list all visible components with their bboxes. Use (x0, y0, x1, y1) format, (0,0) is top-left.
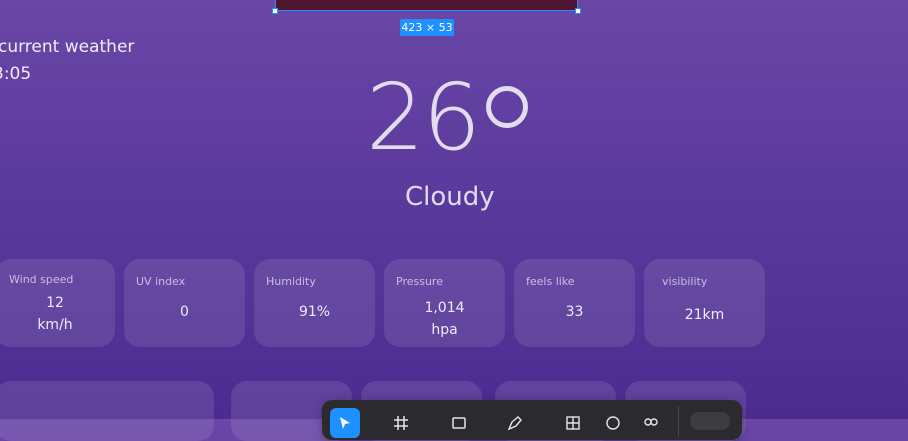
card-value: 1,014 hpa (384, 297, 505, 341)
resize-handle-bottom-right[interactable] (575, 8, 581, 14)
weather-condition: Cloudy (405, 182, 495, 212)
move-tool-button[interactable] (330, 408, 360, 438)
component-tool-button[interactable] (636, 408, 666, 438)
card-value: 21km (644, 304, 765, 326)
card-value-line1: 1,014 (424, 300, 465, 316)
visibility-card: visibility 21km (644, 259, 765, 347)
card-value-line1: 12 (46, 295, 64, 311)
selected-element[interactable] (275, 0, 578, 11)
wind-speed-card: Wind speed 12 km/h (0, 259, 115, 347)
card-label: UV index (136, 275, 186, 288)
card-label: Humidity (266, 275, 316, 288)
move-icon (340, 417, 350, 429)
comment-tool-button[interactable] (598, 408, 628, 438)
text-icon (566, 416, 580, 430)
card-value-line1: 91% (298, 304, 331, 320)
resize-handle-bottom-left[interactable] (272, 8, 278, 14)
card-value: 91% (254, 301, 375, 323)
comment-icon (606, 416, 620, 430)
card-value: 0 (124, 301, 245, 323)
card-value-line1: 0 (180, 304, 189, 320)
component-icon (644, 418, 658, 426)
humidity-card: Humidity 91% (254, 259, 375, 347)
frame-icon (394, 416, 408, 430)
text-tool-button[interactable] (558, 408, 588, 438)
pen-tool-button[interactable] (500, 408, 530, 438)
rectangle-icon (452, 417, 466, 429)
design-toolbar (322, 400, 742, 440)
dev-mode-toggle[interactable] (690, 412, 730, 430)
card-label: Wind speed (9, 273, 74, 286)
rectangle-tool-button[interactable] (444, 408, 474, 438)
card-value: 33 (514, 301, 635, 323)
current-time: 3:05 (0, 64, 32, 84)
card-label: visibility (662, 275, 708, 288)
card-label: Pressure (396, 275, 443, 288)
degree-icon (486, 86, 528, 128)
card-value: 12 km/h (0, 292, 115, 336)
temperature-value: 26 (366, 64, 481, 171)
uv-index-card: UV index 0 (124, 259, 245, 347)
pressure-card: Pressure 1,014 hpa (384, 259, 505, 347)
forecast-card-large (0, 381, 214, 441)
card-value-line1: 33 (565, 304, 584, 320)
card-value-line2: hpa (431, 322, 458, 338)
selection-size-badge: 423 × 53 (400, 19, 454, 36)
card-value-line2: km/h (37, 317, 73, 333)
toolbar-divider (678, 406, 679, 436)
card-value-line1: 21km (684, 307, 725, 323)
pen-icon (507, 416, 522, 431)
card-label: feels like (526, 275, 575, 288)
page-title: current weather (0, 37, 135, 57)
frame-tool-button[interactable] (386, 408, 416, 438)
feels-like-card: feels like 33 (514, 259, 635, 347)
